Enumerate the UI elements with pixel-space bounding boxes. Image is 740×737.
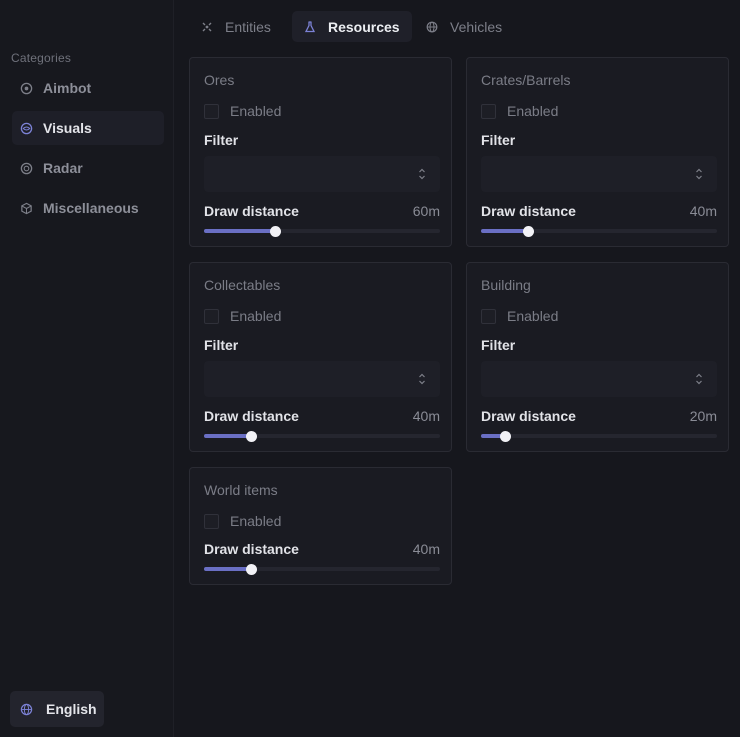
flask-icon [304, 20, 316, 33]
enabled-label: Enabled [230, 103, 282, 119]
slider-thumb[interactable] [246, 564, 258, 575]
draw-distance-slider[interactable] [481, 226, 717, 237]
filter-select[interactable] [481, 156, 717, 192]
draw-distance-label: Draw distance [204, 408, 299, 424]
eye-icon [20, 122, 33, 135]
language-label: English [46, 701, 97, 717]
sidebar-item-radar[interactable]: Radar [12, 151, 164, 185]
slider-fill [481, 229, 529, 233]
enabled-checkbox[interactable] [481, 308, 496, 324]
world-items-card: World items Enabled Draw distance 40m [189, 467, 452, 585]
enabled-label: Enabled [230, 308, 282, 324]
draw-distance-slider[interactable] [204, 564, 440, 575]
sidebar-item-label: Radar [43, 160, 83, 176]
sidebar-item-label: Miscellaneous [43, 200, 139, 216]
draw-distance-label: Draw distance [481, 203, 576, 219]
draw-distance-row: Draw distance 60m [204, 203, 440, 219]
tab-label: Resources [328, 18, 400, 35]
slider-thumb[interactable] [523, 226, 535, 237]
enabled-checkbox-row[interactable]: Enabled [204, 308, 281, 324]
language-button[interactable]: English [10, 691, 104, 727]
enabled-checkbox[interactable] [204, 513, 219, 529]
cube-icon [20, 202, 33, 215]
draw-distance-row: Draw distance 40m [481, 203, 717, 219]
card-title: World items [204, 482, 278, 498]
slider-fill [204, 567, 252, 571]
filter-select[interactable] [204, 361, 440, 397]
draw-distance-row: Draw distance 40m [204, 541, 440, 557]
card-title: Crates/Barrels [481, 72, 571, 88]
enabled-label: Enabled [507, 103, 559, 119]
enabled-checkbox-row[interactable]: Enabled [481, 308, 558, 324]
sidebar-item-label: Visuals [43, 120, 92, 136]
draw-distance-slider[interactable] [204, 431, 440, 442]
chevron-updown-icon [419, 168, 425, 180]
sidebar-heading: Categories [11, 51, 72, 65]
radar-icon [20, 162, 33, 175]
chevron-updown-icon [419, 373, 425, 385]
enabled-checkbox[interactable] [204, 103, 219, 119]
sidebar-item-miscellaneous[interactable]: Miscellaneous [12, 191, 164, 225]
ores-card: Ores Enabled Filter Draw distance 60m [189, 57, 452, 247]
globe-icon [20, 703, 33, 716]
filter-label: Filter [204, 337, 239, 353]
card-title: Collectables [204, 277, 281, 293]
chevron-updown-icon [696, 168, 702, 180]
enabled-label: Enabled [230, 513, 282, 529]
enabled-label: Enabled [507, 308, 559, 324]
slider-thumb[interactable] [499, 431, 511, 442]
draw-distance-row: Draw distance 20m [481, 408, 717, 424]
tab-label: Vehicles [450, 18, 503, 35]
enabled-checkbox-row[interactable]: Enabled [204, 103, 281, 119]
app-window: Categories Aimbot Visuals Radar Miscella… [0, 0, 740, 737]
crates-barrels-card: Crates/Barrels Enabled Filter Draw dista… [466, 57, 729, 247]
sidebar-item-label: Aimbot [43, 80, 92, 96]
draw-distance-value: 60m [412, 203, 440, 219]
tab-resources[interactable]: Resources [292, 11, 412, 42]
sidebar-item-visuals[interactable]: Visuals [12, 111, 164, 145]
globe-icon [426, 21, 438, 33]
filter-select[interactable] [481, 361, 717, 397]
sidebar: Categories Aimbot Visuals Radar Miscella… [0, 0, 174, 737]
draw-distance-slider[interactable] [481, 431, 717, 442]
slider-track [481, 434, 717, 438]
tab-entities[interactable]: Entities [189, 11, 283, 42]
draw-distance-slider[interactable] [204, 226, 440, 237]
filter-label: Filter [481, 337, 516, 353]
slider-thumb[interactable] [246, 431, 258, 442]
crosshair-icon [20, 82, 33, 95]
card-title: Building [481, 277, 531, 293]
enabled-checkbox[interactable] [204, 308, 219, 324]
enabled-checkbox[interactable] [481, 103, 496, 119]
chevron-updown-icon [696, 373, 702, 385]
filter-label: Filter [481, 132, 516, 148]
filter-label: Filter [204, 132, 239, 148]
enabled-checkbox-row[interactable]: Enabled [481, 103, 558, 119]
draw-distance-value: 40m [412, 408, 440, 424]
building-card: Building Enabled Filter Draw distance 20… [466, 262, 729, 452]
slider-fill [204, 434, 252, 438]
tab-vehicles[interactable]: Vehicles [414, 11, 514, 42]
card-title: Ores [204, 72, 235, 88]
draw-distance-row: Draw distance 40m [204, 408, 440, 424]
enabled-checkbox-row[interactable]: Enabled [204, 513, 281, 529]
draw-distance-value: 40m [689, 203, 717, 219]
draw-distance-value: 40m [412, 541, 440, 557]
filter-select[interactable] [204, 156, 440, 192]
slider-thumb[interactable] [269, 226, 281, 237]
draw-distance-label: Draw distance [204, 541, 299, 557]
tab-label: Entities [225, 18, 271, 35]
slider-fill [204, 229, 275, 233]
draw-distance-value: 20m [689, 408, 717, 424]
sidebar-item-aimbot[interactable]: Aimbot [12, 71, 164, 105]
users-icon [201, 21, 213, 33]
collectables-card: Collectables Enabled Filter Draw distanc… [189, 262, 452, 452]
draw-distance-label: Draw distance [481, 408, 576, 424]
draw-distance-label: Draw distance [204, 203, 299, 219]
